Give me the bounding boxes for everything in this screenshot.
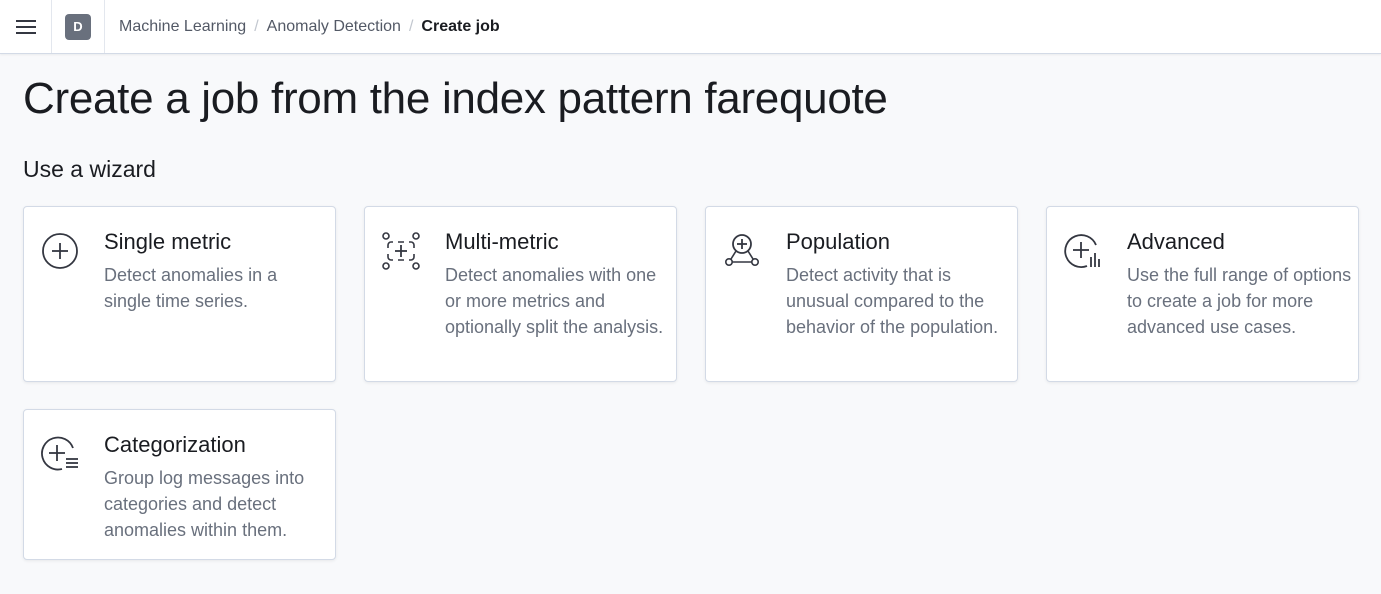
top-header: D Machine Learning / Anomaly Detection /… [0, 0, 1381, 54]
wizard-card-advanced[interactable]: Advanced Use the full range of options t… [1046, 206, 1359, 382]
wizard-card-title: Categorization [104, 432, 246, 457]
wizard-card-population[interactable]: Population Detect activity that is unusu… [705, 206, 1018, 382]
page-title: Create a job from the index pattern fare… [23, 74, 888, 123]
hamburger-menu-icon [15, 19, 36, 34]
hamburger-menu-button[interactable] [0, 0, 52, 53]
advanced-icon [1064, 234, 1100, 268]
categorization-icon [41, 436, 78, 471]
breadcrumb-create-job: Create job [421, 17, 500, 35]
wizard-card-description: Detect anomalies with one or more metric… [445, 265, 664, 337]
wizard-card-description: Detect anomalies in a single time series… [104, 265, 278, 311]
breadcrumb-anomaly-detection[interactable]: Anomaly Detection [267, 18, 401, 36]
section-title: Use a wizard [23, 156, 156, 182]
wizard-card-title: Population [786, 229, 890, 254]
wizard-card-description: Group log messages into categories and d… [104, 468, 305, 540]
breadcrumb: Machine Learning / Anomaly Detection / C… [105, 18, 500, 36]
multi-metric-icon [382, 232, 420, 270]
breadcrumb-separator: / [254, 17, 259, 35]
wizard-card-title: Multi-metric [445, 229, 559, 254]
wizard-card-multi-metric[interactable]: Multi-metric Detect anomalies with one o… [364, 206, 677, 382]
population-icon [724, 234, 759, 266]
breadcrumb-machine-learning[interactable]: Machine Learning [119, 18, 246, 36]
wizard-card-single-metric[interactable]: Single metric Detect anomalies in a sing… [23, 206, 336, 382]
wizard-card-description: Detect activity that is unusual compared… [786, 265, 999, 337]
space-avatar[interactable]: D [65, 13, 91, 40]
wizard-card-categorization[interactable]: Categorization Group log messages into c… [23, 409, 336, 560]
wizard-card-title: Advanced [1127, 229, 1225, 254]
plus-in-circle-icon [42, 233, 78, 269]
breadcrumb-separator: / [408, 17, 414, 35]
wizard-card-description: Use the full range of options to create … [1127, 265, 1352, 337]
space-selector[interactable]: D [52, 0, 105, 53]
wizard-card-title: Single metric [104, 229, 232, 254]
